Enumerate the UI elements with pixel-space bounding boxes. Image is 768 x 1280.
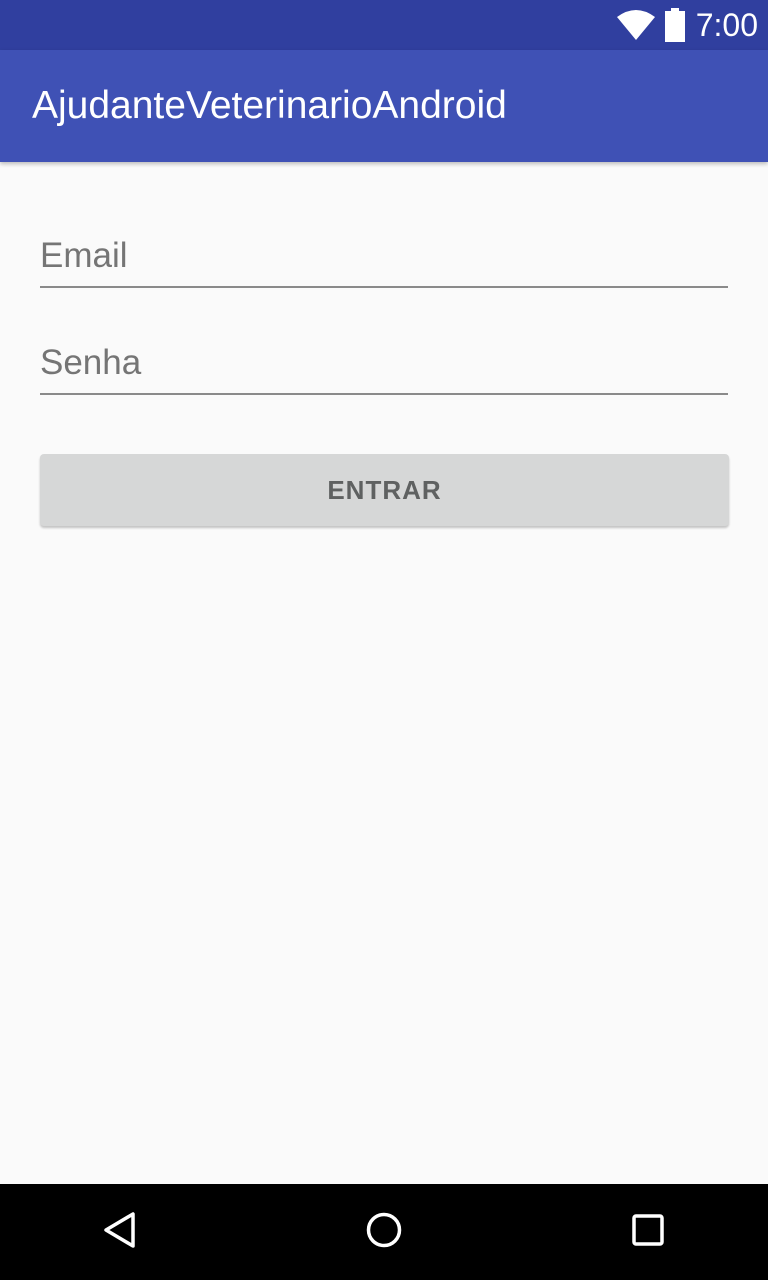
email-field[interactable] [40, 226, 728, 288]
back-icon [100, 1210, 140, 1255]
battery-icon [664, 8, 686, 42]
login-screen: 7:00 AjudanteVeterinarioAndroid ENTRAR [0, 0, 768, 1280]
status-time: 7:00 [695, 7, 758, 43]
app-title: AjudanteVeterinarioAndroid [32, 84, 507, 127]
status-icons: 7:00 [616, 0, 758, 50]
home-icon [364, 1210, 404, 1255]
app-bar: AjudanteVeterinarioAndroid [0, 50, 768, 162]
login-button[interactable]: ENTRAR [40, 454, 729, 526]
recents-button[interactable] [600, 1184, 696, 1280]
home-button[interactable] [336, 1184, 432, 1280]
wifi-icon [616, 9, 656, 41]
back-button[interactable] [72, 1184, 168, 1280]
status-bar: 7:00 [0, 0, 768, 50]
recents-icon [628, 1210, 668, 1255]
email-field-container [40, 226, 728, 290]
password-field-container [40, 333, 728, 397]
password-field[interactable] [40, 333, 728, 395]
navigation-bar [0, 1184, 768, 1280]
